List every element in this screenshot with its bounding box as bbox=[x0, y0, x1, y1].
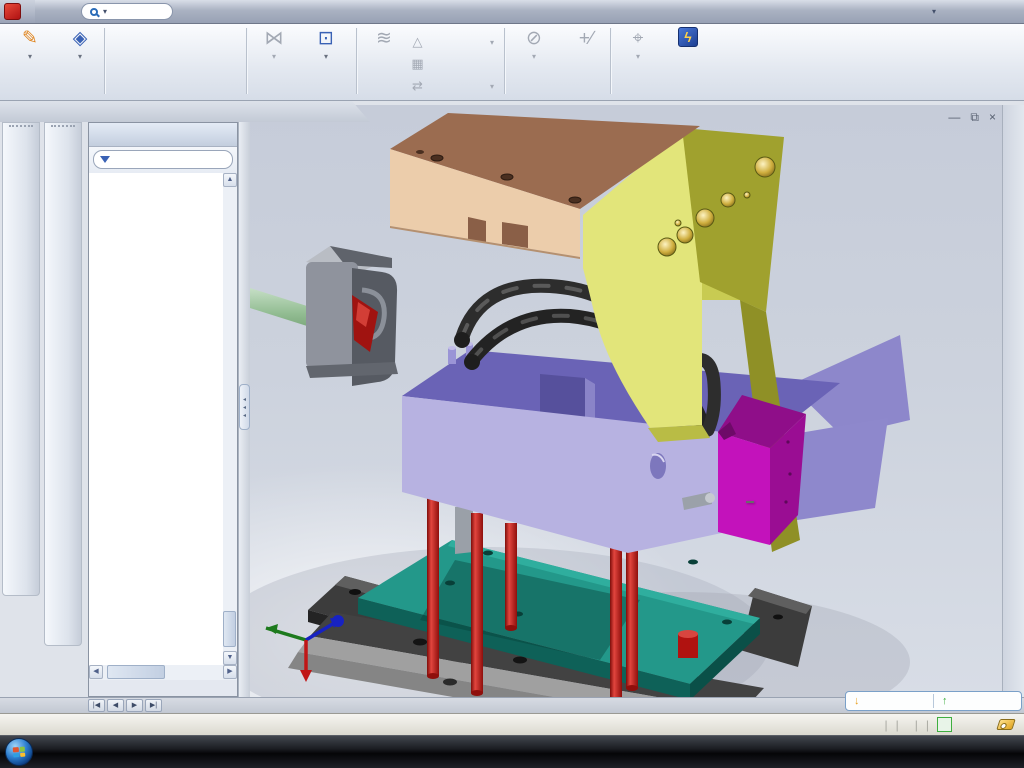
task-pane-strip bbox=[1002, 105, 1024, 697]
network-speed-overlay[interactable]: ↓ ↑ bbox=[845, 691, 1022, 711]
linear-pattern-icon: ▦ bbox=[410, 56, 425, 72]
display-delete-icon: ⊘ bbox=[526, 27, 542, 51]
sketch-button[interactable]: ✎ ▾ bbox=[6, 27, 54, 97]
document-window-controls: — ⧉ × bbox=[948, 110, 996, 125]
first-tab-button[interactable]: |◀ bbox=[88, 699, 105, 712]
prev-tab-button[interactable]: ◀ bbox=[107, 699, 124, 712]
convert-entities-button[interactable]: ⊡ ▾ bbox=[300, 27, 352, 97]
feature-tooltip bbox=[746, 501, 754, 503]
scrollbar-thumb[interactable] bbox=[223, 611, 236, 647]
slide-unit-gray[interactable] bbox=[250, 246, 398, 386]
chevron-down-icon: ▾ bbox=[490, 32, 502, 52]
tag-icon[interactable] bbox=[996, 719, 1016, 730]
window-controls: ▾ bbox=[900, 7, 1024, 16]
tree-filter-input[interactable] bbox=[93, 150, 233, 169]
feature-manager-panel: ▲ ▼ ◀ ▶ bbox=[88, 122, 238, 697]
command-manager-ribbon: ✎ ▾ ◈ ▾ ⋈ ▾ ⊡ ▾ ≋ △ ▦ ⇄ ▾ ▾ ⊘ ▾ bbox=[0, 24, 1024, 101]
last-tab-button[interactable]: ▶| bbox=[145, 699, 162, 712]
rapid-sketch-button[interactable]: ϟ bbox=[664, 27, 712, 97]
repair-sketch-icon: +∕ bbox=[579, 27, 593, 51]
doc-close-button[interactable]: × bbox=[989, 110, 996, 125]
chevron-down-icon[interactable]: ▾ bbox=[103, 7, 107, 16]
start-button[interactable] bbox=[5, 738, 33, 766]
status-bar: || || bbox=[0, 713, 1024, 735]
graphics-viewport[interactable]: — ⧉ × bbox=[250, 105, 1004, 697]
mirror-entities-icon: △ bbox=[410, 34, 425, 50]
toolbar-grip[interactable] bbox=[51, 125, 75, 131]
panel-splitter[interactable]: ◂◂◂ bbox=[238, 122, 250, 697]
smart-dimension-button[interactable]: ◈ ▾ bbox=[56, 27, 104, 97]
chevron-down-icon[interactable]: ▾ bbox=[78, 52, 82, 61]
chevron-down-icon[interactable]: ▾ bbox=[28, 52, 32, 61]
trim-entities-icon: ⋈ bbox=[265, 27, 284, 51]
linear-pattern-button: ▦ bbox=[410, 54, 510, 74]
display-delete-relations-button: ⊘ ▾ bbox=[508, 27, 560, 97]
quick-snaps-icon: ⌖ bbox=[633, 27, 644, 51]
rapid-sketch-icon: ϟ bbox=[678, 27, 698, 51]
panel-footer bbox=[89, 680, 237, 696]
doc-minimize-button[interactable]: — bbox=[948, 110, 960, 125]
ribbon-separator bbox=[246, 28, 247, 94]
model-3d-view bbox=[250, 105, 1004, 697]
windows-flag-icon bbox=[13, 747, 26, 758]
scrollbar-thumb[interactable] bbox=[107, 665, 165, 679]
next-tab-button[interactable]: ▶ bbox=[126, 699, 143, 712]
gray-support-plate bbox=[455, 504, 473, 554]
repair-sketch-button: +∕ bbox=[562, 27, 610, 97]
chevron-down-icon[interactable]: ▾ bbox=[324, 52, 328, 61]
trim-entities-button: ⋈ ▾ bbox=[250, 27, 298, 97]
splitter-grip[interactable]: ◂◂◂ bbox=[239, 384, 250, 430]
ribbon-separator bbox=[504, 28, 505, 94]
offset-entities-icon: ≋ bbox=[376, 27, 392, 51]
title-bar: ▾ ▾ bbox=[0, 0, 1024, 24]
tree-vertical-scrollbar[interactable]: ▲ ▼ bbox=[223, 173, 237, 665]
ribbon-separator bbox=[104, 28, 105, 94]
scroll-down-button[interactable]: ▼ bbox=[223, 651, 237, 665]
search-icon bbox=[90, 8, 98, 16]
ribbon-separator bbox=[356, 28, 357, 94]
convert-entities-icon: ⊡ bbox=[318, 27, 334, 51]
command-tabs bbox=[0, 101, 372, 122]
sketch-pencil-icon: ✎ bbox=[22, 27, 38, 51]
chevron-down-icon[interactable]: ▾ bbox=[925, 7, 943, 16]
upload-arrow-icon: ↑ bbox=[942, 695, 948, 707]
features-toolbar bbox=[2, 122, 40, 596]
smart-dimension-icon: ◈ bbox=[73, 27, 88, 51]
quick-snaps-button: ⌖ ▾ bbox=[614, 27, 662, 97]
scroll-left-button[interactable]: ◀ bbox=[89, 665, 103, 679]
app-logo bbox=[0, 0, 35, 23]
move-entities-icon: ⇄ bbox=[410, 78, 425, 94]
doc-restore-button[interactable]: ⧉ bbox=[970, 110, 979, 125]
surfaces-toolbar bbox=[44, 122, 82, 646]
ribbon-separator bbox=[610, 28, 611, 94]
download-arrow-icon: ↓ bbox=[854, 695, 860, 707]
chevron-down-icon: ▾ bbox=[490, 76, 502, 96]
offset-entities-button: ≋ bbox=[360, 27, 408, 97]
tree-horizontal-scrollbar[interactable]: ◀ ▶ bbox=[89, 665, 237, 680]
tree-filter-row bbox=[89, 147, 237, 173]
quick-tips-icon[interactable] bbox=[937, 717, 952, 732]
feature-tree bbox=[89, 173, 225, 665]
scroll-right-button[interactable]: ▶ bbox=[223, 665, 237, 679]
toolbar-grip[interactable] bbox=[9, 125, 33, 131]
feature-manager-tabs bbox=[89, 123, 237, 147]
filter-funnel-icon bbox=[100, 156, 110, 163]
solidworks-cube-icon bbox=[4, 3, 21, 20]
search-box[interactable]: ▾ bbox=[81, 3, 173, 20]
taskbar bbox=[0, 735, 1024, 768]
scroll-up-button[interactable]: ▲ bbox=[223, 173, 237, 187]
